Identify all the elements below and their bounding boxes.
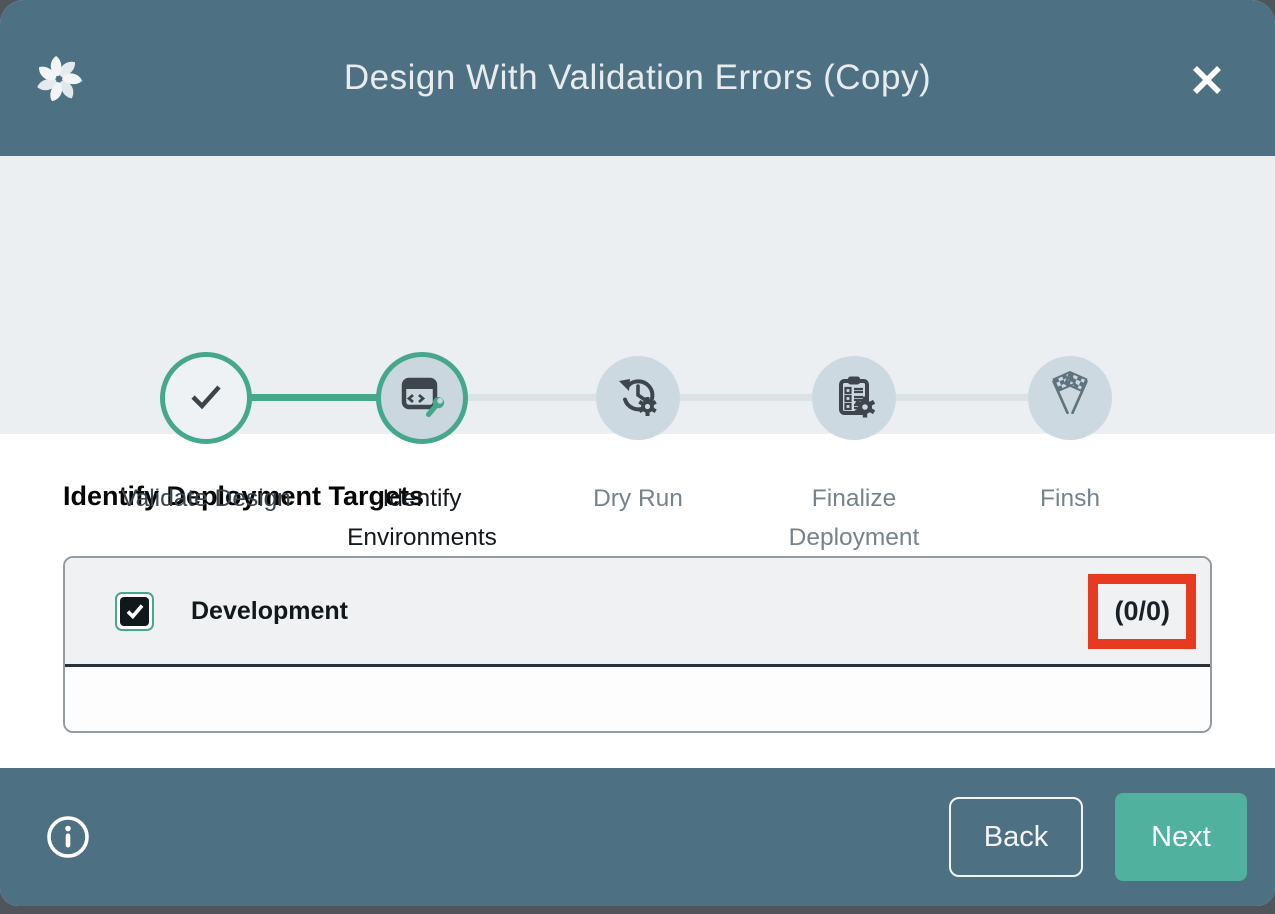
target-row-development: Development (0/0) [65, 558, 1210, 667]
clipboard-gear-icon [830, 372, 878, 425]
target-count: (0/0) [1114, 596, 1170, 626]
development-checkbox[interactable] [115, 592, 154, 631]
modal-header: Design With Validation Errors (Copy) [0, 0, 1275, 156]
modal-title: Design With Validation Errors (Copy) [0, 58, 1275, 98]
target-name: Development [191, 597, 348, 626]
modal-footer: Back Next [0, 768, 1275, 906]
next-button[interactable]: Next [1115, 793, 1247, 881]
step-label-identify-environments: Identify Environments [327, 479, 517, 557]
deployment-wizard-modal: Design With Validation Errors (Copy) Val… [0, 0, 1275, 906]
step-label-finalize-deployment: Finalize Deployment [759, 479, 949, 557]
checkbox-check-icon [120, 597, 149, 626]
step-label-dry-run: Dry Run [543, 479, 733, 518]
info-icon [44, 849, 92, 864]
checkered-flags-icon [1045, 371, 1095, 426]
deployment-targets-list: Development (0/0) [63, 556, 1212, 733]
red-annotation-rectangle: (0/0) [1088, 574, 1196, 649]
step-dry-run[interactable] [596, 356, 680, 440]
check-icon [180, 370, 232, 427]
step-identify-environments[interactable] [376, 352, 468, 444]
empty-list-row [65, 667, 1210, 731]
code-window-wrench-icon [398, 372, 446, 425]
close-button[interactable] [1185, 58, 1229, 102]
step-finish[interactable] [1028, 356, 1112, 440]
stepper-connector-todo [422, 394, 1070, 401]
history-gear-icon [614, 372, 662, 425]
step-finalize-deployment[interactable] [812, 356, 896, 440]
wizard-stepper: Validate Design Identify Environments [0, 156, 1275, 434]
step-label-validate-design: Validate Design [111, 479, 301, 518]
close-icon [1185, 90, 1229, 105]
step-validate-design[interactable] [160, 352, 252, 444]
nifi-pinwheel-logo-icon [32, 52, 86, 106]
step-label-finish: Finsh [975, 479, 1165, 518]
back-button[interactable]: Back [949, 797, 1083, 877]
info-button[interactable] [44, 813, 92, 861]
